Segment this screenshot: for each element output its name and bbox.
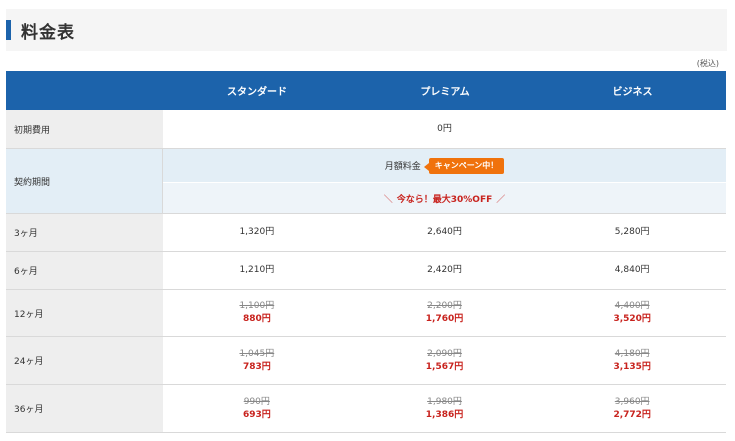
discounted-price: 1,386円 (425, 409, 464, 420)
price-cell-premium: 2,420円 (351, 252, 539, 289)
plan-row-6m: 6ヶ月 1,210円 2,420円 4,840円 (6, 252, 726, 290)
original-price: 4,400円 (614, 301, 650, 311)
discounted-price: 1,567円 (425, 361, 464, 372)
original-price: 1,100円 (239, 301, 275, 311)
title-accent-bar (6, 20, 11, 40)
original-price: 1,980円 (427, 396, 462, 407)
discounted-price: 693円 (242, 409, 271, 420)
original-price: 2,090円 (427, 348, 462, 359)
price: 1,210円 (239, 265, 275, 275)
plan-row-36m: 36ヶ月 990円 693円 1,980円 1,386円 3,960円 2,77… (6, 385, 726, 433)
original-price: 3,960円 (614, 396, 650, 407)
page-title: 料金表 (21, 23, 75, 43)
promo-banner: ＼ 今なら！最大30%OFF ／ (163, 183, 726, 213)
price: 1,320円 (239, 227, 275, 237)
plan-row-12m: 12ヶ月 1,100円 880円 2,200円 1,760円 4,400円 3,… (6, 290, 726, 337)
price-cell-standard: 1,320円 (163, 214, 351, 251)
promo-right-mark: ／ (496, 194, 506, 205)
promo-left-mark: ＼ (383, 194, 393, 205)
column-header-business: ビジネス (612, 87, 653, 98)
price: 4,840円 (614, 265, 650, 275)
plan-label: 24ヶ月 (6, 337, 163, 384)
title-bar: 料金表 (6, 9, 727, 51)
table-header: スタンダード プレミアム ビジネス (6, 71, 726, 110)
contract-info: 月額料金 キャンペーン中！ ＼ 今なら！最大30%OFF ／ (163, 149, 726, 213)
monthly-fee-header: 月額料金 キャンペーン中！ (163, 149, 726, 183)
price-cell-business: 5,280円 (538, 214, 726, 251)
price: 2,640円 (427, 227, 462, 237)
plan-row-3m: 3ヶ月 1,320円 2,640円 5,280円 (6, 214, 726, 252)
plan-label: 12ヶ月 (6, 290, 163, 336)
discounted-price: 783円 (242, 361, 271, 372)
discounted-price: 3,135円 (613, 361, 651, 372)
contract-period-label: 契約期間 (6, 149, 163, 213)
original-price: 1,045円 (239, 348, 275, 359)
monthly-fee-label: 月額料金 (384, 162, 421, 172)
promo-text: 今なら！最大30%OFF (396, 194, 493, 205)
plan-label: 6ヶ月 (6, 252, 163, 289)
discounted-price: 880円 (242, 314, 271, 324)
initial-fee-label: 初期費用 (6, 110, 163, 148)
price-cell-business: 3,960円 2,772円 (538, 385, 726, 432)
price-cell-business: 4,840円 (538, 252, 726, 289)
plan-label: 3ヶ月 (6, 214, 163, 251)
plan-label: 36ヶ月 (6, 385, 163, 432)
discounted-price: 3,520円 (613, 314, 651, 324)
pricing-table: スタンダード プレミアム ビジネス 初期費用 0円 契約期間 月額料金 キャンペ… (6, 71, 726, 433)
price: 5,280円 (614, 227, 650, 237)
price-cell-business: 4,400円 3,520円 (538, 290, 726, 336)
price-cell-premium: 1,980円 1,386円 (351, 385, 539, 432)
price: 2,420円 (427, 265, 462, 275)
header-empty-cell (6, 71, 163, 110)
column-header-premium: プレミアム (420, 87, 470, 98)
price-cell-standard: 990円 693円 (163, 385, 351, 432)
price-cell-premium: 2,640円 (351, 214, 539, 251)
original-price: 2,200円 (427, 301, 462, 311)
original-price: 4,180円 (614, 348, 650, 359)
price-cell-standard: 1,100円 880円 (163, 290, 351, 336)
tax-note: (税込) (696, 59, 719, 68)
price-cell-standard: 1,045円 783円 (163, 337, 351, 384)
contract-period-row: 契約期間 月額料金 キャンペーン中！ ＼ 今なら！最大30%OFF ／ (6, 149, 726, 214)
price-cell-premium: 2,090円 1,567円 (351, 337, 539, 384)
original-price: 990円 (243, 396, 270, 407)
plan-row-24m: 24ヶ月 1,045円 783円 2,090円 1,567円 4,180円 3,… (6, 337, 726, 385)
price-cell-business: 4,180円 3,135円 (538, 337, 726, 384)
initial-fee-value: 0円 (437, 123, 452, 134)
campaign-badge: キャンペーン中！ (423, 157, 505, 174)
price-cell-standard: 1,210円 (163, 252, 351, 289)
initial-fee-row: 初期費用 0円 (6, 110, 726, 149)
discounted-price: 2,772円 (613, 409, 651, 420)
column-header-standard: スタンダード (227, 87, 287, 98)
discounted-price: 1,760円 (425, 314, 464, 324)
price-cell-premium: 2,200円 1,760円 (351, 290, 539, 336)
